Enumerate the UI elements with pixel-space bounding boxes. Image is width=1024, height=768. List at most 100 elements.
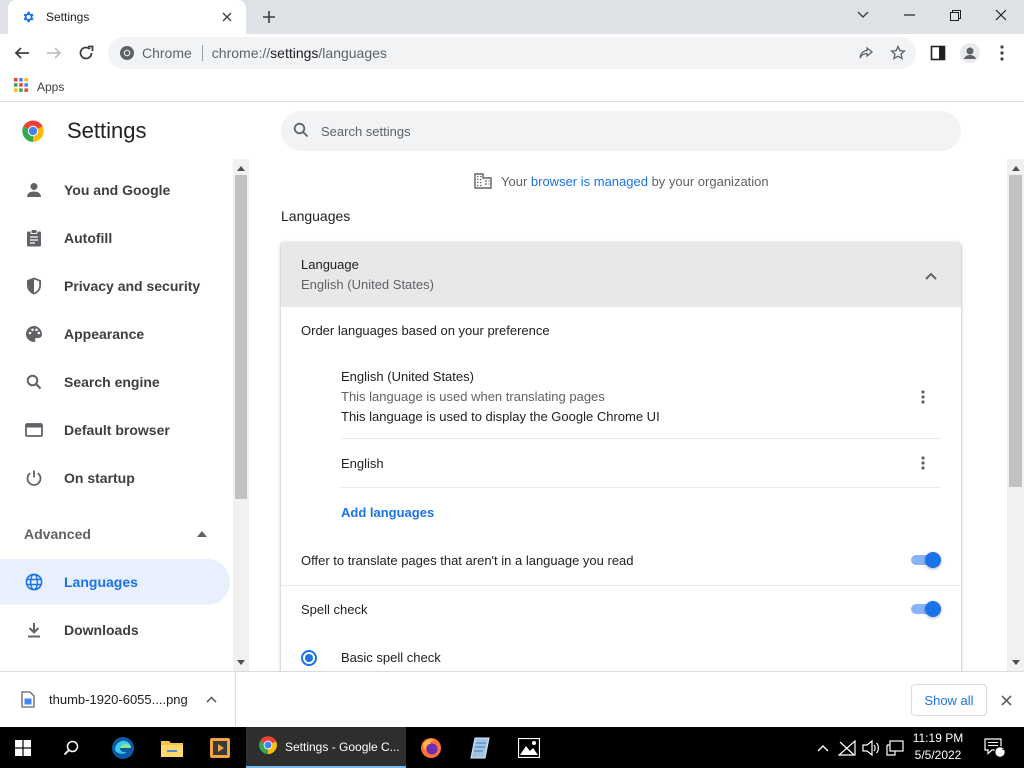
back-button[interactable] [8,39,36,67]
order-languages-label: Order languages based on your preference [301,323,550,338]
row-divider [281,585,961,586]
notification-count: 1 [1001,742,1007,752]
site-chip: Chrome [142,45,192,61]
language-name: English [341,456,384,471]
managed-suffix: by your organization [647,173,769,189]
managed-link[interactable]: browser is managed [531,174,648,189]
sidebar-item-on-startup[interactable]: On startup [0,455,230,501]
basic-spell-check-label: Basic spell check [341,650,441,665]
main-scroll-thumb[interactable] [1009,175,1022,487]
language-expander[interactable]: Language English (United States) [281,242,961,307]
sidebar-item-privacy-and-security[interactable]: Privacy and security [0,263,230,309]
notepad-app-icon[interactable] [457,727,503,768]
reload-button[interactable] [72,39,100,67]
sidebar-item-default-browser[interactable]: Default browser [0,407,230,453]
forward-button[interactable] [40,39,68,67]
chrome-site-icon [118,44,136,62]
download-item[interactable]: thumb-1920-6055....png [0,672,236,727]
sidebar-item-label: Privacy and security [64,278,201,294]
notifications-button[interactable]: 1 [980,727,1010,768]
apps-label: Apps [37,79,65,94]
restore-button[interactable] [932,0,978,30]
display-device-icon[interactable] [884,727,906,768]
url-text: chrome://settings/languages [212,45,387,61]
scroll-down-arrow-icon[interactable] [1007,655,1024,669]
side-panel-icon[interactable] [924,39,952,67]
bookmark-star-icon[interactable] [884,39,912,67]
section-title: Languages [281,208,351,224]
address-bar[interactable]: Chrome chrome://settings/languages [108,37,916,69]
clock-date: 5/5/2022 [914,748,962,762]
file-explorer-icon[interactable] [149,727,195,768]
scroll-up-arrow-icon[interactable] [233,161,249,175]
file-icon [20,691,36,709]
scroll-down-arrow-icon[interactable] [233,655,249,669]
palette-icon [24,324,44,344]
settings-search[interactable] [281,111,961,151]
tab-close-icon[interactable] [218,8,236,26]
power-icon [24,468,44,488]
sidebar-item-search-engine[interactable]: Search engine [0,359,230,405]
menu-kebab-icon[interactable] [988,39,1016,67]
main-scrollbar[interactable] [1007,159,1024,671]
toggle-knob [925,552,941,568]
close-shelf-icon[interactable] [996,690,1016,710]
close-window-button[interactable] [978,0,1024,30]
spell-check-toggle[interactable] [909,601,941,617]
volume-icon[interactable] [860,727,882,768]
download-file-name: thumb-1920-6055....png [49,692,188,707]
tab-settings[interactable]: Settings [8,0,246,34]
sidebar-item-label: Default browser [64,422,170,438]
share-icon[interactable] [852,39,880,67]
media-player-icon[interactable] [197,727,243,768]
browser-icon [24,420,44,440]
firefox-icon[interactable] [408,727,454,768]
profile-avatar-icon[interactable] [956,39,984,67]
tab-title: Settings [46,10,90,24]
photos-icon[interactable] [506,727,552,768]
taskbar-chrome-label: Settings - Google C... [285,739,400,754]
sidebar-item-downloads[interactable]: Downloads [0,607,230,653]
basic-spell-check-radio[interactable] [301,650,317,666]
globe-icon [24,572,44,592]
managed-prefix: Your [501,173,531,189]
offer-translate-toggle[interactable] [909,552,941,568]
sidebar-item-languages[interactable]: Languages [0,559,230,605]
sidebar-item-label: On startup [64,470,135,486]
minimize-button[interactable] [886,0,932,30]
toolbar: Chrome chrome://settings/languages [0,34,1024,72]
spell-check-label: Spell check [301,602,368,617]
taskbar-chrome-window[interactable]: Settings - Google C... [246,727,406,768]
windows-start-icon[interactable] [0,727,46,768]
sidebar-scroll-thumb[interactable] [235,175,247,499]
show-hidden-icons-chevron-icon[interactable] [812,727,834,768]
sidebar-item-label: Downloads [64,622,139,638]
tab-search-chevron-icon[interactable] [840,0,886,30]
tab-strip: Settings [0,0,1024,34]
advanced-toggle[interactable]: Advanced [0,512,230,556]
building-icon [473,171,493,191]
scroll-up-arrow-icon[interactable] [1007,161,1024,175]
sidebar-item-you-and-google[interactable]: You and Google [0,167,230,213]
new-tab-button[interactable] [258,6,280,28]
search-icon [24,372,44,392]
sidebar-scrollbar[interactable] [233,159,249,671]
chevron-up-icon[interactable] [201,696,221,703]
language-more-kebab-icon[interactable] [911,451,935,475]
add-languages-button[interactable]: Add languages [341,505,434,520]
chevron-up-icon[interactable] [919,264,943,288]
search-settings-input[interactable] [321,123,921,139]
language-more-kebab-icon[interactable] [911,385,935,409]
show-all-button[interactable]: Show all [911,684,987,716]
sidebar-item-label: Autofill [64,230,113,246]
edge-icon[interactable] [100,727,146,768]
system-clock[interactable]: 11:19 PM 5/5/2022 [906,730,970,764]
language-divider [341,438,941,439]
sidebar-item-appearance[interactable]: Appearance [0,311,230,357]
apps-shortcut[interactable]: Apps [14,78,64,95]
network-disconnected-icon[interactable] [836,727,858,768]
taskbar: Settings - Google C... 11:19 PM 5/5/2022… [0,727,1024,768]
taskbar-search-icon[interactable] [48,727,94,768]
sidebar-item-autofill[interactable]: Autofill [0,215,230,261]
main-content: Your browser is managed by your organiza… [249,159,1007,671]
